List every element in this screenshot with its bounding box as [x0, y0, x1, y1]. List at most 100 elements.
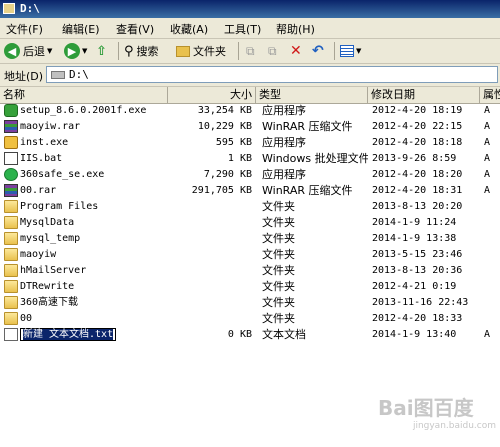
back-button[interactable]: ◀ 后退 ▼	[4, 41, 52, 61]
back-dropdown-icon[interactable]: ▼	[47, 47, 52, 55]
file-size: 0 KB	[227, 329, 252, 340]
file-row[interactable]: MysqlData 文件夹 2014-1-9 11:24	[0, 215, 500, 231]
toolbar-separator	[118, 42, 119, 60]
folder-icon	[4, 216, 18, 229]
rar-icon	[4, 184, 18, 197]
column-header-modified[interactable]: 修改日期	[368, 87, 480, 103]
safe360-icon	[4, 168, 18, 181]
file-size: 595 KB	[215, 137, 252, 148]
move-to-button[interactable]: ⧉	[246, 41, 255, 61]
file-type: WinRAR 压缩文件	[262, 184, 353, 197]
file-row[interactable]: 360safe_se.exe 7,290 KB 应用程序 2012-4-20 18:2…	[0, 167, 500, 183]
file-row[interactable]: 新建 文本文档.txt 0 KB 文本文档 2014-1-9 13:40 A	[0, 327, 500, 343]
column-header-attributes[interactable]: 属性	[480, 87, 500, 103]
file-modified: 2012-4-20 22:15	[372, 121, 463, 132]
file-type: 文件夹	[262, 232, 295, 245]
file-name: IIS.bat	[20, 153, 63, 164]
folder-icon	[4, 296, 18, 309]
file-type: 应用程序	[262, 136, 306, 149]
file-name-edit-field[interactable]: 新建 文本文档.txt	[20, 328, 166, 343]
file-modified: 2013-8-13 20:36	[372, 265, 463, 276]
file-type: 文件夹	[262, 280, 295, 293]
file-modified: 2014-1-9 13:38	[372, 233, 457, 244]
menu-file[interactable]: 文件(F)	[6, 21, 43, 37]
menu-edit[interactable]: 编辑(E)	[62, 21, 100, 37]
views-button[interactable]: ▼	[340, 41, 361, 61]
file-attributes: A	[484, 185, 491, 196]
file-name: 360高速下载	[20, 297, 79, 308]
file-modified: 2013-9-26 8:59	[372, 153, 457, 164]
file-name: 00	[20, 313, 33, 324]
file-size: 1 KB	[227, 153, 252, 164]
folders-button[interactable]: 文件夹	[176, 41, 226, 61]
file-modified: 2014-1-9 13:40	[372, 329, 457, 340]
file-row[interactable]: DTRewrite 文件夹 2012-4-21 0:19	[0, 279, 500, 295]
file-attributes	[484, 216, 498, 231]
folder-icon	[4, 264, 18, 277]
file-row[interactable]: setup_8.6.0.2001f.exe 33,254 KB 应用程序 2012-4…	[0, 103, 500, 119]
file-row[interactable]: maoyiw.rar 10,229 KB WinRAR 压缩文件 2012-4-20 …	[0, 119, 500, 135]
file-modified: 2012-4-20 18:19	[372, 105, 463, 116]
address-bar: 地址(D) D:\	[0, 64, 500, 87]
file-size	[170, 264, 252, 279]
file-attributes: A	[484, 153, 491, 164]
column-header-type[interactable]: 类型	[256, 87, 368, 103]
file-row[interactable]: IIS.bat 1 KB Windows 批处理文件 2013-9-26 8:59 A	[0, 151, 500, 167]
file-row[interactable]: Program Files 文件夹 2013-8-13 20:20	[0, 199, 500, 215]
file-name: 00.rar	[20, 185, 57, 196]
move-to-icon: ⧉	[246, 43, 255, 58]
file-row[interactable]: hMailServer 文件夹 2013-8-13 20:36	[0, 263, 500, 279]
file-attributes: A	[484, 137, 491, 148]
copy-to-icon: ⧉	[268, 43, 277, 58]
file-type: 文件夹	[262, 264, 295, 277]
file-name: Program Files	[20, 201, 99, 212]
folders-label: 文件夹	[193, 45, 226, 58]
file-type: 文件夹	[262, 248, 295, 261]
file-size: 291,705 KB	[191, 185, 252, 196]
back-arrow-icon: ◀	[4, 43, 20, 59]
address-label: 地址(D)	[4, 70, 44, 83]
forward-button[interactable]: ▶ ▼	[64, 41, 87, 61]
back-label: 后退	[23, 45, 45, 58]
column-header-name[interactable]: 名称	[0, 87, 168, 103]
drive-icon	[51, 71, 65, 79]
file-size: 10,229 KB	[197, 121, 252, 132]
file-row[interactable]: inst.exe 595 KB 应用程序 2012-4-20 18:18 A	[0, 135, 500, 151]
menu-help[interactable]: 帮助(H)	[276, 21, 315, 37]
search-button[interactable]: ⚲ 搜索	[124, 41, 159, 61]
search-icon: ⚲	[124, 43, 134, 59]
file-row[interactable]: 00 文件夹 2012-4-20 18:33	[0, 311, 500, 327]
watermark-site: jingyan.baidu.com	[412, 421, 496, 431]
undo-button[interactable]: ↶	[312, 41, 324, 61]
file-name: 360safe_se.exe	[20, 169, 105, 180]
column-header-size[interactable]: 大小	[168, 87, 256, 103]
watermark: Bai图百度 jingyan.baidu.com	[378, 392, 496, 432]
file-name: setup_8.6.0.2001f.exe	[20, 105, 147, 116]
address-path[interactable]: D:\	[69, 68, 89, 81]
file-type: 文件夹	[262, 200, 295, 213]
file-row[interactable]: 00.rar 291,705 KB WinRAR 压缩文件 2012-4-20 18:…	[0, 183, 500, 199]
file-row[interactable]: mysql_temp 文件夹 2014-1-9 13:38	[0, 231, 500, 247]
file-row[interactable]: maoyiw 文件夹 2013-5-15 23:46	[0, 247, 500, 263]
file-type: 应用程序	[262, 168, 306, 181]
address-field[interactable]: D:\	[46, 66, 498, 83]
copy-to-button[interactable]: ⧉	[268, 41, 277, 61]
file-row[interactable]: 360高速下载 文件夹 2013-11-16 22:43	[0, 295, 500, 311]
file-attributes	[484, 232, 498, 247]
delete-button[interactable]: ✕	[290, 41, 302, 61]
file-attributes	[484, 248, 498, 263]
file-size	[170, 248, 252, 263]
file-type: 文件夹	[262, 216, 295, 229]
forward-dropdown-icon[interactable]: ▼	[82, 47, 87, 55]
file-modified: 2012-4-20 18:31	[372, 185, 463, 196]
menu-tools[interactable]: 工具(T)	[224, 21, 261, 37]
file-attributes: A	[484, 329, 491, 340]
file-modified: 2012-4-20 18:18	[372, 137, 463, 148]
views-grid-icon	[340, 45, 354, 57]
up-folder-button[interactable]: ⇧	[96, 41, 107, 61]
menu-favorites[interactable]: 收藏(A)	[170, 21, 208, 37]
installer-icon	[4, 136, 18, 149]
folder-icon	[4, 248, 18, 261]
menu-view[interactable]: 查看(V)	[116, 21, 154, 37]
views-dropdown-icon[interactable]: ▼	[356, 47, 361, 55]
